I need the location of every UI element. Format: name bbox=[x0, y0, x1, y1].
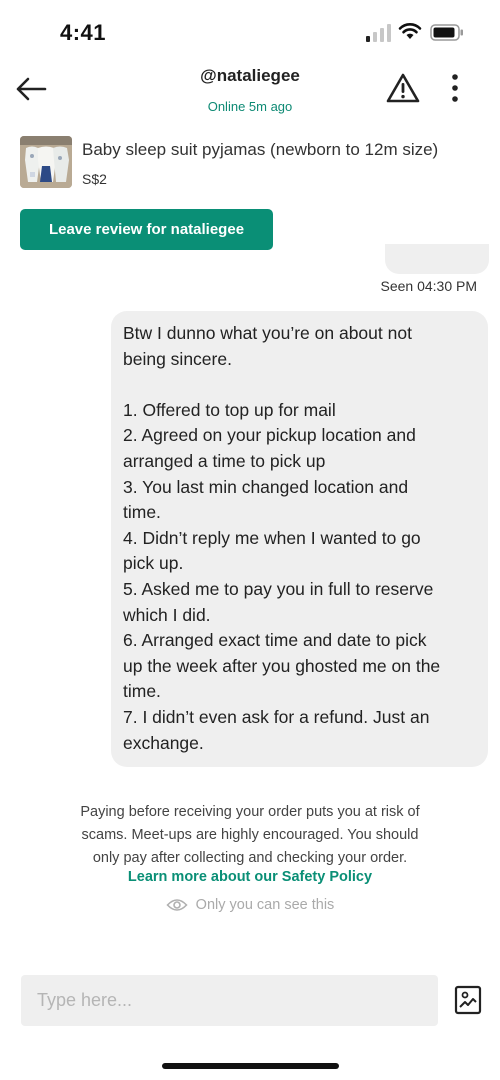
message-line: being sincere. bbox=[123, 348, 232, 369]
safety-policy-link[interactable]: Learn more about our Safety Policy bbox=[0, 869, 500, 885]
safety-notice-line: scams. Meet-ups are highly encouraged. Y… bbox=[81, 827, 419, 843]
photo-checklist-icon[interactable] bbox=[454, 985, 482, 1015]
status-bar: 4:41 bbox=[0, 0, 500, 60]
previous-message-bubble bbox=[385, 244, 489, 274]
safety-notice: Paying before receiving your order puts … bbox=[30, 801, 470, 870]
message-line: 1. Offered to top up for mail bbox=[123, 399, 336, 420]
message-bubble[interactable]: Btw I dunno what you’re on about not bei… bbox=[111, 311, 488, 767]
message-input[interactable] bbox=[21, 975, 438, 1026]
battery-icon bbox=[430, 24, 463, 41]
product-listing[interactable]: Baby sleep suit pyjamas (newborn to 12m … bbox=[20, 136, 490, 192]
leave-review-button[interactable]: Leave review for nataliegee bbox=[20, 209, 273, 250]
message-line: up the week after you ghosted me on the bbox=[123, 655, 441, 676]
message-line: 6. Arranged exact time and date to pick bbox=[123, 630, 427, 651]
message-line: time. bbox=[123, 681, 161, 702]
message-line: 2. Agreed on your pickup location and bbox=[123, 425, 416, 446]
message-line: pick up. bbox=[123, 553, 184, 574]
warning-triangle-icon[interactable] bbox=[386, 72, 420, 104]
seen-timestamp: Seen 04:30 PM bbox=[380, 278, 477, 294]
chat-header: @nataliegee Online 5m ago bbox=[0, 60, 500, 120]
status-time: 4:41 bbox=[60, 20, 107, 45]
home-indicator bbox=[162, 1063, 339, 1069]
wifi-icon bbox=[398, 23, 422, 39]
message-line: 7. I didn’t even ask for a refund. Just … bbox=[123, 706, 430, 727]
eye-icon bbox=[166, 899, 188, 911]
product-price: S$2 bbox=[82, 171, 107, 187]
message-line: exchange. bbox=[123, 732, 204, 753]
chat-username[interactable]: @nataliegee bbox=[0, 66, 500, 86]
visibility-note: Only you can see this bbox=[0, 897, 500, 913]
online-status: Online 5m ago bbox=[207, 99, 293, 114]
message-line: 3. You last min changed location and bbox=[123, 476, 409, 497]
more-vertical-icon[interactable] bbox=[446, 72, 464, 104]
message-line: 5. Asked me to pay you in full to reserv… bbox=[123, 578, 434, 599]
visibility-label: Only you can see this bbox=[195, 897, 335, 913]
signal-icon bbox=[366, 24, 391, 42]
safety-notice-line: Paying before receiving your order puts … bbox=[80, 804, 420, 820]
message-line: time. bbox=[123, 502, 161, 523]
product-thumbnail bbox=[20, 136, 72, 188]
product-title: Baby sleep suit pyjamas (newborn to 12m … bbox=[82, 140, 439, 159]
message-line: which I did. bbox=[123, 604, 211, 625]
message-line: arranged a time to pick up bbox=[123, 450, 326, 471]
message-line: Btw I dunno what you’re on about not bbox=[123, 323, 412, 343]
message-line: 4. Didn’t reply me when I wanted to go bbox=[123, 527, 421, 548]
safety-notice-line: only pay after collecting and checking y… bbox=[92, 850, 408, 866]
